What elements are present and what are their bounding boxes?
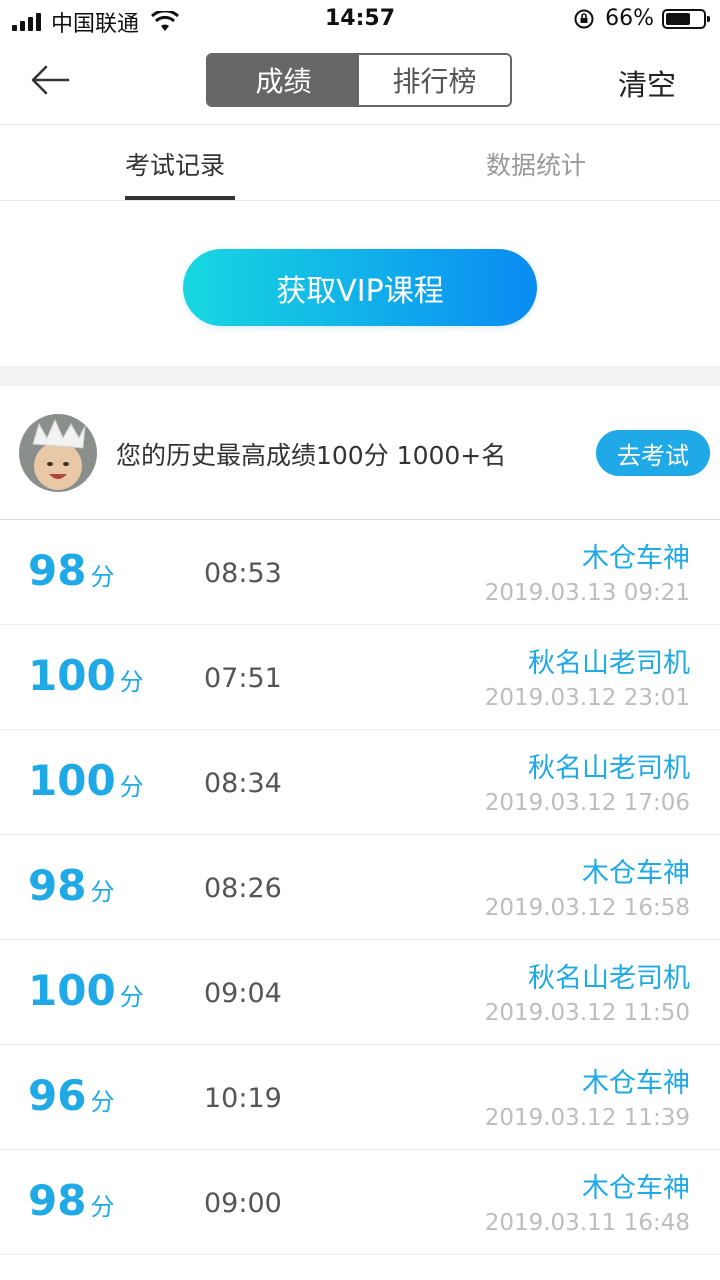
record-username: 秋名山老司机 xyxy=(528,648,690,679)
record-score: 100 分 xyxy=(28,651,144,700)
nav-bar: 成绩 排行榜 清空 xyxy=(0,40,720,125)
record-score-unit: 分 xyxy=(90,1088,115,1116)
record-username: 秋名山老司机 xyxy=(528,753,690,784)
clear-button[interactable]: 清空 xyxy=(618,62,676,104)
seg-ranking[interactable]: 排行榜 xyxy=(359,55,510,105)
record-duration: 08:34 xyxy=(204,768,282,799)
sub-tabs: 考试记录 数据统计 xyxy=(0,124,720,201)
record-score-unit: 分 xyxy=(90,878,115,906)
record-score-unit: 分 xyxy=(90,563,115,591)
record-username: 木仓车神 xyxy=(582,543,690,574)
record-duration: 10:19 xyxy=(204,1083,282,1114)
best-score-row: 您的历史最高成绩100分 1000+名 去考试 xyxy=(0,386,720,520)
records-list: 98 分 08:53 木仓车神 2019.03.13 09:21 100 分 07:51 秋名山… xyxy=(0,520,720,1255)
status-bar: 中国联通 14:57 66% xyxy=(0,0,720,40)
tab-records[interactable]: 考试记录 xyxy=(125,146,225,182)
record-score-value: 100 xyxy=(28,756,116,805)
record-timestamp: 2019.03.12 17:06 xyxy=(484,790,690,816)
record-timestamp: 2019.03.13 09:21 xyxy=(484,580,690,606)
record-row[interactable]: 98 分 09:00 木仓车神 2019.03.11 16:48 xyxy=(0,1150,720,1255)
vip-course-button[interactable]: 获取VIP课程 xyxy=(183,249,537,326)
record-row[interactable]: 98 分 08:53 木仓车神 2019.03.13 09:21 xyxy=(0,520,720,625)
record-username: 木仓车神 xyxy=(582,1068,690,1099)
arrow-left-icon[interactable] xyxy=(26,60,78,100)
record-score: 100 分 xyxy=(28,756,144,805)
record-username: 秋名山老司机 xyxy=(528,963,690,994)
record-duration: 08:26 xyxy=(204,873,282,904)
avatar-image xyxy=(19,414,97,492)
record-score-value: 100 xyxy=(28,966,116,1015)
record-score-value: 98 xyxy=(28,546,87,595)
tab-stats[interactable]: 数据统计 xyxy=(486,146,586,182)
section-divider xyxy=(0,366,720,386)
battery-nub xyxy=(707,15,710,22)
segment-control: 成绩 排行榜 xyxy=(206,53,512,107)
seg-scores[interactable]: 成绩 xyxy=(208,55,359,105)
record-score: 100 分 xyxy=(28,966,144,1015)
record-score-unit: 分 xyxy=(119,773,144,801)
battery-fill xyxy=(666,12,690,25)
avatar[interactable] xyxy=(19,414,97,492)
tab-indicator xyxy=(125,196,235,200)
record-timestamp: 2019.03.11 16:48 xyxy=(484,1210,690,1236)
record-row[interactable]: 96 分 10:19 木仓车神 2019.03.12 11:39 xyxy=(0,1045,720,1150)
record-timestamp: 2019.03.12 11:39 xyxy=(484,1105,690,1131)
status-right: 66% xyxy=(573,6,710,31)
record-score: 98 分 xyxy=(28,861,114,910)
record-score: 98 分 xyxy=(28,546,114,595)
record-score-value: 98 xyxy=(28,861,87,910)
record-duration: 09:00 xyxy=(204,1188,282,1219)
battery-percent: 66% xyxy=(605,6,654,31)
record-duration: 08:53 xyxy=(204,558,282,589)
record-row[interactable]: 100 分 07:51 秋名山老司机 2019.03.12 23:01 xyxy=(0,625,720,730)
record-score-value: 100 xyxy=(28,651,116,700)
vip-section: 获取VIP课程 xyxy=(0,201,720,366)
record-score: 96 分 xyxy=(28,1071,114,1120)
record-timestamp: 2019.03.12 11:50 xyxy=(484,1000,690,1026)
record-duration: 07:51 xyxy=(204,663,282,694)
record-score-value: 96 xyxy=(28,1071,87,1120)
record-duration: 09:04 xyxy=(204,978,282,1009)
take-exam-button[interactable]: 去考试 xyxy=(596,430,710,476)
rotation-lock-icon xyxy=(574,9,594,28)
record-score: 98 分 xyxy=(28,1176,114,1225)
battery-icon xyxy=(662,8,710,29)
record-timestamp: 2019.03.12 16:58 xyxy=(484,895,690,921)
record-score-unit: 分 xyxy=(90,1193,115,1221)
record-score-unit: 分 xyxy=(119,668,144,696)
best-score-text: 您的历史最高成绩100分 1000+名 xyxy=(116,441,507,470)
record-username: 木仓车神 xyxy=(582,1173,690,1204)
record-row[interactable]: 100 分 08:34 秋名山老司机 2019.03.12 17:06 xyxy=(0,730,720,835)
record-username: 木仓车神 xyxy=(582,858,690,889)
record-row[interactable]: 100 分 09:04 秋名山老司机 2019.03.12 11:50 xyxy=(0,940,720,1045)
record-score-unit: 分 xyxy=(119,983,144,1011)
record-score-value: 98 xyxy=(28,1176,87,1225)
record-timestamp: 2019.03.12 23:01 xyxy=(484,685,690,711)
record-row[interactable]: 98 分 08:26 木仓车神 2019.03.12 16:58 xyxy=(0,835,720,940)
